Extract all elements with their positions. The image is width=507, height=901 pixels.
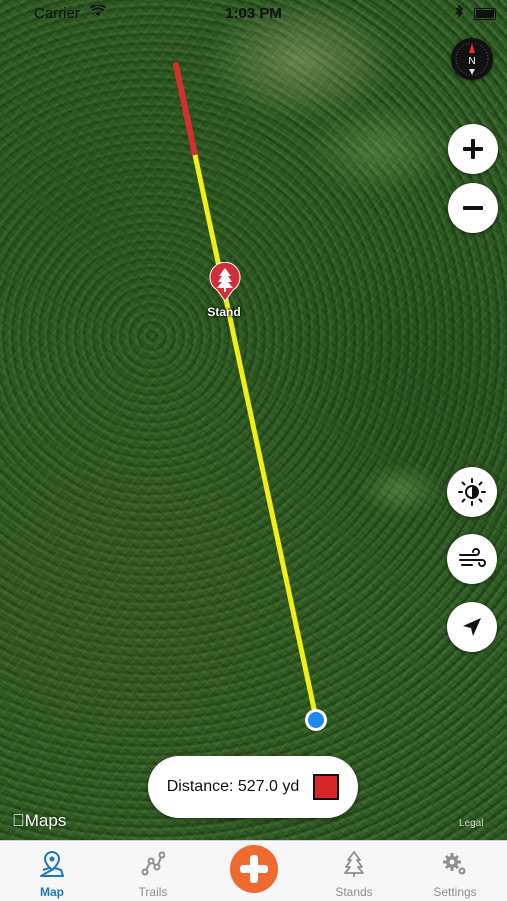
tab-settings-label: Settings <box>433 885 477 899</box>
tab-stands-label: Stands <box>335 885 373 899</box>
route-line <box>173 62 327 731</box>
location-arrow-icon <box>463 618 481 636</box>
tree-icon <box>344 851 364 877</box>
status-bar: Carrier 1:03 PM <box>0 0 507 28</box>
plus-icon <box>463 139 483 159</box>
wind-button[interactable] <box>447 534 497 584</box>
gears-icon <box>443 853 466 875</box>
route-segment-far <box>173 62 198 158</box>
wind-icon <box>459 548 486 567</box>
battery-icon <box>474 8 496 20</box>
zoom-out-button[interactable] <box>448 183 498 233</box>
apple-maps-logo: Maps <box>12 811 66 830</box>
add-button[interactable] <box>230 845 278 893</box>
map-pin-icon <box>40 850 64 877</box>
tab-trails-label: Trails <box>138 885 168 899</box>
sun-icon <box>458 478 486 506</box>
tab-map-label: Map <box>40 885 64 899</box>
tab-trails[interactable]: Trails <box>108 841 198 901</box>
daylight-button[interactable] <box>447 467 497 517</box>
tab-stands[interactable]: Stands <box>309 841 399 901</box>
legal-link[interactable]: Legal <box>459 818 483 829</box>
stand-pin[interactable] <box>207 261 243 302</box>
distance-panel: Distance: 527.0 yd <box>148 756 358 818</box>
compass-needle-icon <box>469 43 475 53</box>
clock: 1:03 PM <box>225 5 282 22</box>
bluetooth-icon <box>455 4 464 21</box>
tab-settings[interactable]: Settings <box>410 841 500 901</box>
route-color-swatch[interactable] <box>313 774 340 800</box>
svg-text:N: N <box>468 56 475 67</box>
distance-label: Distance: 527.0 yd <box>166 778 300 795</box>
apple-icon:  <box>12 811 25 830</box>
compass-button[interactable]: N <box>451 38 493 80</box>
route-segment-near <box>192 154 319 719</box>
stand-pin-label: Stand <box>207 305 241 319</box>
locate-button[interactable] <box>447 602 497 652</box>
zoom-in-button[interactable] <box>448 124 498 174</box>
minus-icon <box>463 206 483 210</box>
tab-map[interactable]: Map <box>7 841 97 901</box>
trails-icon <box>141 851 165 876</box>
